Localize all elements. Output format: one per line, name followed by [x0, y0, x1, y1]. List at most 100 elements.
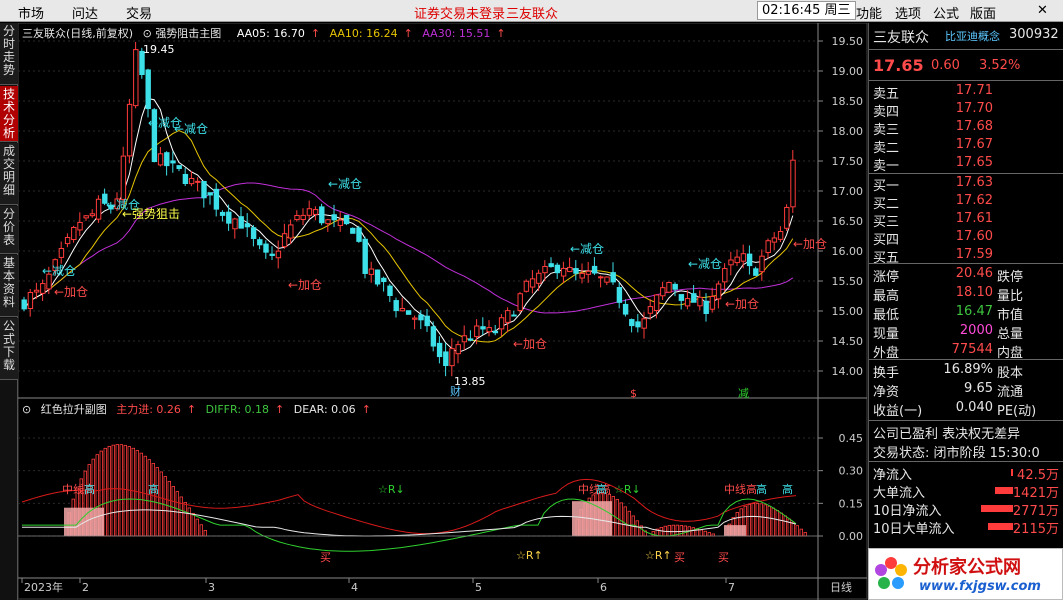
left-tab-strip: 分时走势 技术分析 成交明细 分价表 基本资料 公式下载	[0, 23, 18, 600]
candle-body	[133, 49, 139, 107]
candle-body	[436, 342, 443, 358]
price-tick-label: 15.00	[832, 305, 864, 318]
candle-body	[399, 307, 406, 312]
tab-formula-download[interactable]: 公式下载	[0, 318, 18, 380]
separator	[869, 420, 1063, 421]
tab-fundamentals[interactable]: 基本资料	[0, 255, 18, 317]
tab-price-table[interactable]: 分价表	[0, 206, 18, 254]
profit-note: 公司已盈利 表决权无差异	[873, 427, 1021, 441]
trade-status-text: 交易状态: 闭市阶段 15:30:0	[873, 446, 1040, 460]
trading-app: 市场 问达 交易 证券交易未登录 三友联众 02:16:45 周三 功能 选项 …	[0, 0, 1063, 600]
lift-bar	[635, 520, 639, 537]
candle-body	[598, 276, 604, 279]
candle-body	[678, 294, 685, 301]
candle-body	[746, 253, 753, 267]
last-price: 17.65	[873, 56, 924, 75]
lift-bar	[139, 452, 143, 537]
menu-market[interactable]: 市场	[18, 3, 44, 22]
lift-bar	[759, 503, 763, 537]
flow-label: 10日净流入	[873, 504, 942, 519]
candle-body	[40, 283, 46, 294]
date-tick-label: 5	[475, 581, 482, 594]
price-tick-label: 17.00	[832, 185, 864, 198]
candle-body	[765, 240, 771, 253]
candle-body	[64, 237, 71, 245]
lift-bar	[143, 455, 147, 537]
candle-body	[647, 306, 654, 314]
candle-body	[250, 227, 257, 239]
price-axis: 19.50 19.00 18.50 18.00 17.50 17.00 16.50 16.00…	[818, 35, 863, 378]
lift-bar	[703, 530, 707, 537]
price-tick-label: 18.00	[832, 125, 864, 138]
candle-body	[33, 289, 40, 293]
login-alert[interactable]: 证券交易未登录	[414, 3, 505, 22]
reduce-label: ←减仓	[42, 264, 76, 278]
tab-trades[interactable]: 成交明细	[0, 143, 18, 205]
lift-block	[64, 507, 104, 536]
tab-technical[interactable]: 技术分析	[0, 86, 18, 142]
candle-body	[666, 282, 672, 293]
flow-value: 1421万	[1012, 486, 1059, 501]
buy-label: 买	[320, 551, 331, 564]
candle-body	[362, 238, 368, 274]
eps-row: 收益(一) 0.040 PE(动)	[869, 400, 1063, 419]
sub-tick-label: 0.30	[839, 465, 864, 478]
menu-trade[interactable]: 交易	[126, 3, 152, 22]
stat-value: 2000	[959, 323, 993, 338]
stat-row: 现量 2000 总量	[869, 323, 1063, 342]
lift-block	[724, 525, 746, 536]
candle-body	[319, 206, 325, 224]
candle-body	[691, 293, 697, 303]
brand-url[interactable]: www.fxjgsw.com	[919, 579, 1041, 594]
candle-body	[145, 69, 151, 110]
candle-body	[573, 268, 579, 274]
candle-body	[213, 188, 220, 210]
tab-intraday[interactable]: 分时走势	[0, 23, 18, 85]
stat-row: 最高 18.10 量比	[869, 285, 1063, 304]
lift-bar	[667, 525, 671, 537]
lift-bar	[791, 521, 795, 537]
lift-bar	[763, 504, 767, 537]
separator	[869, 173, 1063, 174]
candle-body	[740, 253, 747, 262]
menu-wenda[interactable]: 问达	[72, 3, 98, 22]
lift-bar	[779, 512, 783, 537]
separator	[869, 461, 1063, 462]
candle-body	[653, 294, 660, 312]
ask-price: 17.70	[955, 101, 993, 116]
bid-price: 17.59	[955, 247, 993, 262]
close-icon[interactable]: ✕	[1037, 3, 1048, 18]
candle-body	[188, 178, 195, 185]
candle-body	[591, 265, 598, 274]
candle-body	[288, 224, 294, 239]
candle-body	[722, 268, 728, 283]
watermark-logo: 分析家公式网 www.fxjgsw.com	[868, 548, 1063, 600]
menu-formula[interactable]: 公式	[933, 3, 959, 22]
price-tick-label: 17.50	[832, 155, 864, 168]
star-r-up: ☆R↑	[516, 549, 543, 562]
ask-row: 卖四 17.70	[869, 101, 1063, 120]
menu-layout[interactable]: 版面	[970, 3, 996, 22]
chart-area[interactable]: 19.50 19.00 18.50 18.00 17.50 17.00 16.50 16.00…	[18, 23, 868, 600]
ask-price: 17.71	[955, 83, 993, 98]
separator	[869, 80, 1063, 81]
price-tick-label: 18.50	[832, 95, 864, 108]
flow-value: 42.5万	[1017, 468, 1059, 483]
lift-bar	[699, 529, 703, 537]
lift-bar	[747, 504, 751, 537]
price-tick-label: 14.50	[832, 335, 864, 348]
concept-tag[interactable]: 比亚迪概念	[945, 28, 1000, 44]
stat-row: 最低 16.47 市值	[869, 304, 1063, 323]
bid-label: 买二	[873, 197, 900, 212]
candle-body	[703, 300, 709, 315]
high-mark: 高	[84, 482, 95, 496]
candle-body	[517, 293, 523, 311]
lift-bar	[107, 445, 111, 537]
candle-body	[784, 206, 790, 229]
menu-options[interactable]: 选项	[895, 3, 921, 22]
bid-price: 17.60	[955, 229, 993, 244]
menu-function[interactable]: 功能	[856, 3, 882, 22]
price-tick-label: 14.00	[832, 365, 864, 378]
stat-label: 涨停	[873, 270, 900, 285]
candle-body	[269, 253, 275, 256]
